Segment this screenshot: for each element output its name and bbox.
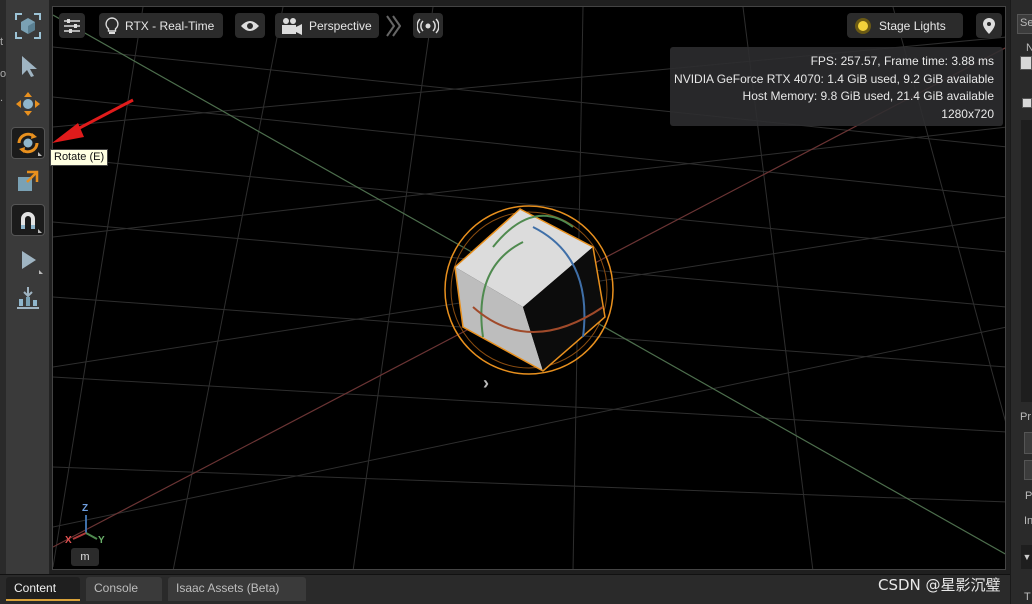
right-panel-edge: Se N Pr P In ▼ T [1010,0,1032,604]
sun-icon [855,17,871,34]
stage-lights-label: Stage Lights [879,18,946,33]
viewport-settings-button[interactable] [59,13,85,38]
sliders-icon [64,18,80,33]
physics-tool-button[interactable] [11,282,45,314]
collapse-icon[interactable] [1020,56,1032,70]
panel-fragment-text: T [1024,591,1031,603]
tab-content[interactable]: Content [6,577,80,601]
property-field-fragment[interactable] [1024,460,1032,480]
chevron-right-icon[interactable]: › [483,373,489,394]
broadcast-icon [417,17,439,34]
camera-icon [282,17,302,35]
unit-badge[interactable]: m [71,548,99,566]
visibility-button[interactable] [235,13,265,38]
select-tool-button[interactable] [11,50,45,82]
tab-console[interactable]: Console [86,577,162,601]
map-pin-icon [983,17,995,34]
snap-tool-button[interactable] [11,204,45,236]
tab-isaac-assets[interactable]: Isaac Assets (Beta) [168,577,306,601]
performance-hud: FPS: 257.57, Frame time: 3.88 ms NVIDIA … [670,47,1003,126]
panel-fragment-text: In [1024,515,1032,527]
dropdown-arrow-icon[interactable]: ▼ [1021,545,1032,569]
3d-viewport[interactable]: RTX - Real-Time Perspective Stage Lights… [52,6,1006,570]
render-mode-label: RTX - Real-Time [125,18,215,33]
camera-dropdown[interactable]: Perspective [275,13,379,38]
axis-gizmo: Z X Y [63,503,113,547]
panel-fragment-text: P [1025,490,1032,502]
expand-icon[interactable] [1022,98,1032,108]
panel-fragment-text: Pr [1020,411,1031,423]
camera-label: Perspective [309,18,372,33]
viewport-toolbar [6,0,50,574]
bottom-tab-bar: Content Console Isaac Assets (Beta) [0,574,1010,604]
hud-fps: FPS: 257.57, Frame time: 3.88 ms [810,54,994,68]
play-icon [22,251,36,269]
panel-fragment-text: N [1026,42,1032,54]
lightbulb-icon [105,16,119,34]
play-tool-button[interactable] [11,244,45,276]
property-field-fragment[interactable] [1024,432,1032,454]
frame-select-icon [15,13,41,39]
toolbar-expand-button[interactable] [385,15,402,37]
axis-z-label: Z [82,503,89,514]
pin-button[interactable] [976,13,1002,38]
scale-icon [18,170,39,191]
drop-physics-icon [17,287,39,309]
chevron-right-double-icon [386,15,402,37]
more-options-indicator [38,229,42,233]
render-mode-dropdown[interactable]: RTX - Real-Time [99,13,223,38]
audio-button[interactable] [413,13,443,38]
axis-x-label: X [65,535,72,546]
hud-gpu: NVIDIA GeForce RTX 4070: 1.4 GiB used, 9… [674,71,994,86]
more-options-indicator [39,270,43,274]
hud-resolution: 1280x720 [941,106,994,121]
stage-lights-dropdown[interactable]: Stage Lights [847,13,963,38]
select-frame-tool-button[interactable] [11,10,45,42]
move-icon [16,92,40,116]
annotation-arrow [52,98,134,143]
panel-scroll-area[interactable] [1021,120,1032,402]
axis-y-label: Y [98,535,105,546]
magnet-icon [21,212,35,229]
eye-icon [241,20,259,31]
selected-cube[interactable] [444,205,614,375]
panel-fragment-text: Se [1020,17,1032,29]
scale-tool-button[interactable] [11,165,45,197]
watermark-text: CSDN @星影沉璧 [878,576,1001,594]
hud-host-memory: Host Memory: 9.8 GiB used, 21.4 GiB avai… [742,89,994,103]
arrow-cursor-icon [22,56,37,77]
